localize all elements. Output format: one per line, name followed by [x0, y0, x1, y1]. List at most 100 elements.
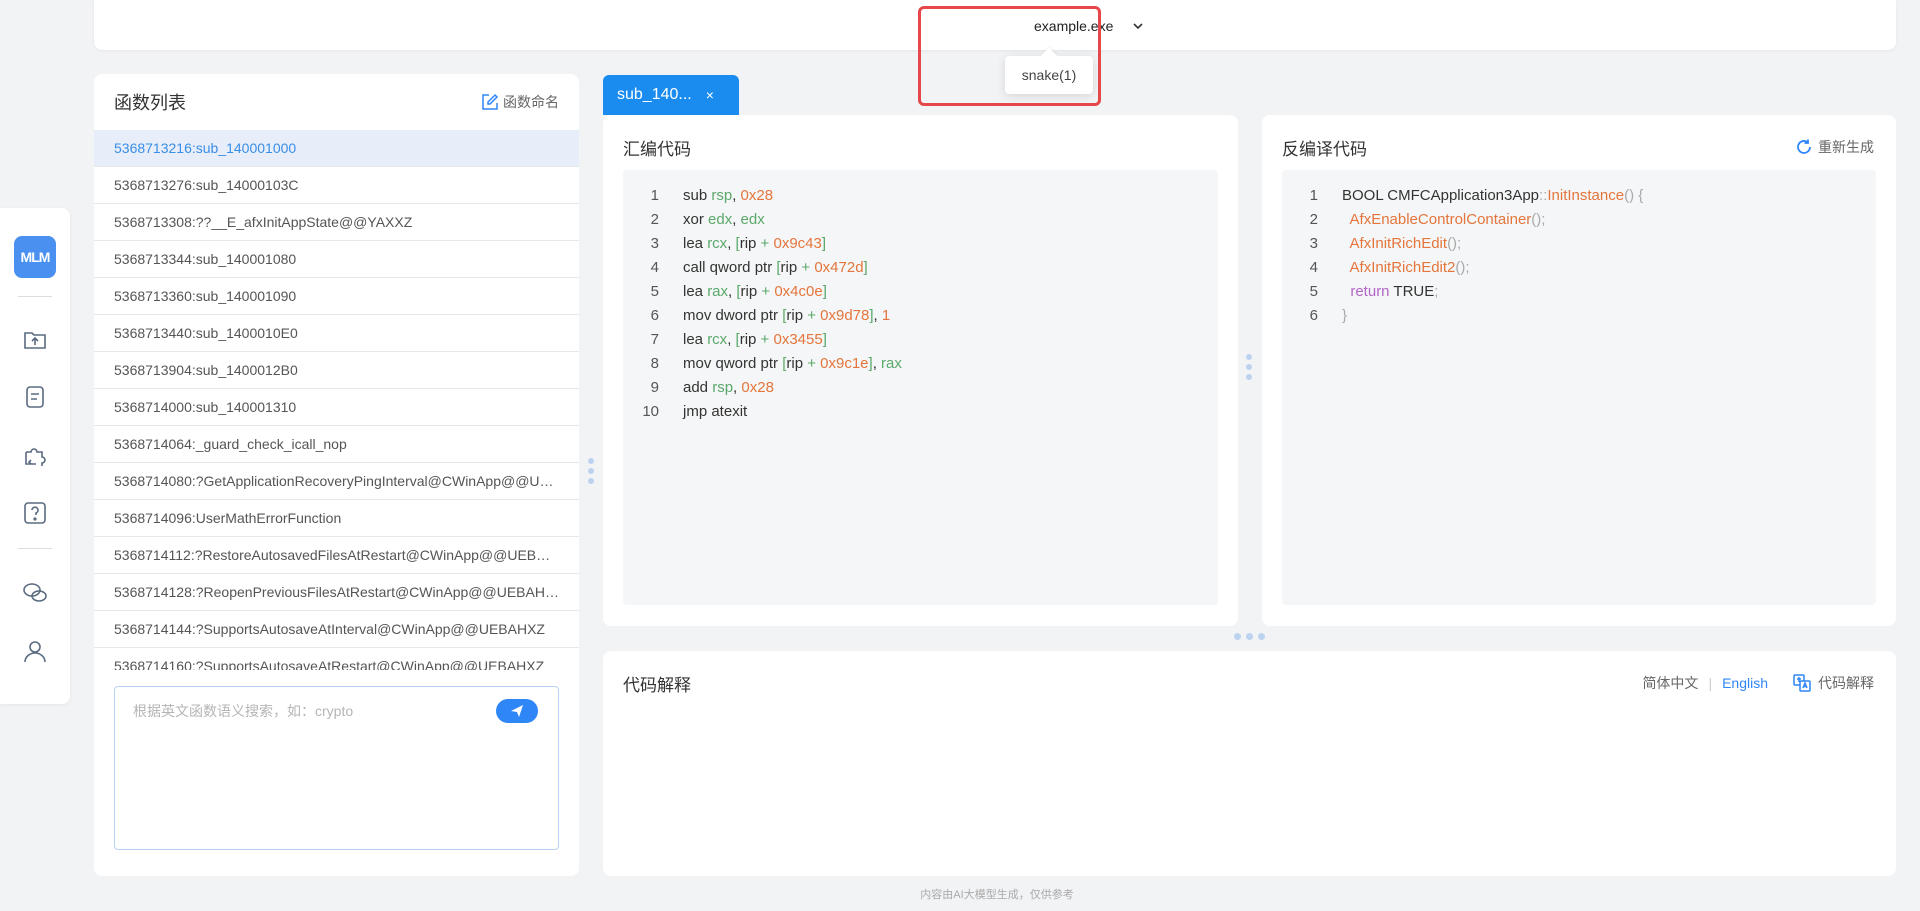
- chat-icon[interactable]: [22, 580, 48, 606]
- code-token: TRUE: [1389, 283, 1435, 300]
- code-token: ,: [872, 355, 882, 372]
- function-list-item[interactable]: 5368713344:sub_140001080: [94, 241, 579, 278]
- code-text: call qword ptr [rip + 0x472d]: [659, 256, 868, 280]
- code-token: ]: [822, 331, 827, 348]
- explain-code-button[interactable]: 代码解释: [1792, 673, 1874, 693]
- code-line: 2 AfxEnableControlContainer();: [1282, 208, 1876, 232]
- code-token: rcx: [707, 235, 728, 252]
- function-list-item[interactable]: 5368714112:?RestoreAutosavedFilesAtResta…: [94, 537, 579, 574]
- function-list-item[interactable]: 5368713360:sub_140001090: [94, 278, 579, 315]
- code-token: +: [801, 259, 815, 276]
- lang-en-button[interactable]: English: [1722, 675, 1768, 691]
- function-list-item[interactable]: 5368714064:_guard_check_icall_nop: [94, 426, 579, 463]
- document-icon[interactable]: [22, 384, 48, 410]
- function-list-item[interactable]: 5368713216:sub_140001000: [94, 130, 579, 167]
- code-token: sub: [683, 187, 712, 204]
- puzzle-icon[interactable]: [22, 442, 48, 468]
- code-token: rip: [739, 331, 761, 348]
- function-list-item[interactable]: 5368714000:sub_140001310: [94, 389, 579, 426]
- function-list-item[interactable]: 5368714144:?SupportsAutosaveAtInterval@C…: [94, 611, 579, 648]
- code-text: AfxInitRichEdit();: [1318, 232, 1462, 256]
- code-token: return: [1350, 283, 1390, 300]
- code-token: 0x28: [741, 379, 774, 396]
- tab-function[interactable]: sub_140... ×: [603, 75, 739, 115]
- rename-functions-button[interactable]: 函数命名: [481, 92, 559, 112]
- code-token: 0x472d: [814, 259, 864, 276]
- regenerate-button[interactable]: 重新生成: [1795, 137, 1874, 157]
- code-text: lea rcx, [rip + 0x9c43]: [659, 232, 826, 256]
- code-text: return TRUE;: [1318, 280, 1438, 304]
- help-icon[interactable]: [22, 500, 48, 526]
- code-token: () {: [1624, 187, 1644, 204]
- regenerate-label: 重新生成: [1818, 139, 1874, 155]
- decompiled-panel: 反编译代码 重新生成 1 BOOL CMFCApplication3App::In…: [1262, 115, 1896, 626]
- vertical-splitter-left[interactable]: [588, 458, 594, 484]
- code-token: InitInstance: [1547, 187, 1625, 204]
- code-token: mov dword ptr: [683, 307, 783, 324]
- send-button[interactable]: [496, 699, 538, 723]
- code-token: +: [760, 331, 774, 348]
- code-token: ();: [1531, 211, 1546, 228]
- code-token: rax: [707, 283, 729, 300]
- code-line: 1 BOOL CMFCApplication3App::InitInstance(…: [1282, 184, 1876, 208]
- assembly-panel: 汇编代码 1 sub rsp, 0x28 2 xor edx, edx 3 lea rcx…: [603, 115, 1238, 626]
- code-token: }: [1342, 307, 1348, 324]
- folder-upload-icon[interactable]: [22, 326, 48, 352]
- code-line: 6}: [1282, 304, 1876, 328]
- line-number: 2: [1309, 211, 1318, 228]
- code-token: rip: [786, 307, 808, 324]
- explanation-title: 代码解释: [623, 676, 691, 695]
- line-number: 1: [1309, 187, 1318, 204]
- code-token: +: [761, 283, 775, 300]
- function-list-header: 函数列表 函数命名: [94, 74, 579, 130]
- function-list-item[interactable]: 5368714080:?GetApplicationRecoveryPingIn…: [94, 463, 579, 500]
- code-line: 3 lea rcx, [rip + 0x9c43]: [623, 232, 1218, 256]
- close-icon[interactable]: ×: [706, 87, 714, 103]
- lang-zh-button[interactable]: 简体中文: [1642, 673, 1698, 693]
- explain-code-label: 代码解释: [1818, 675, 1874, 691]
- semantic-search-input[interactable]: [133, 703, 463, 719]
- code-line: 9 add rsp, 0x28: [623, 376, 1218, 400]
- top-bar: example.exe: [94, 0, 1896, 50]
- code-line: 10 jmp atexit: [623, 400, 1218, 424]
- code-line: 4 AfxInitRichEdit2();: [1282, 256, 1876, 280]
- send-icon: [511, 705, 523, 717]
- file-select[interactable]: example.exe: [1034, 14, 1145, 38]
- line-number: 6: [650, 307, 659, 324]
- function-list-item[interactable]: 5368713440:sub_1400010E0: [94, 315, 579, 352]
- code-token: lea: [683, 331, 708, 348]
- tab-label: sub_140...: [617, 86, 692, 103]
- rail-divider: [18, 548, 52, 549]
- code-token: 0x9c43: [773, 235, 822, 252]
- function-list-item[interactable]: 5368714096:UserMathErrorFunction: [94, 500, 579, 537]
- line-number: 2: [650, 211, 659, 228]
- code-token: AfxInitRichEdit2: [1349, 259, 1456, 276]
- code-token: rax: [881, 355, 902, 372]
- user-icon[interactable]: [22, 638, 48, 664]
- code-token: 0x28: [740, 187, 774, 204]
- code-token: lea: [683, 235, 708, 252]
- code-token: ,: [727, 235, 736, 252]
- code-text: mov qword ptr [rip + 0x9c1e], rax: [659, 352, 902, 376]
- code-text: jmp atexit: [659, 400, 747, 424]
- code-text: lea rcx, [rip + 0x3455]: [659, 328, 827, 352]
- code-token: +: [807, 307, 821, 324]
- code-text: sub rsp, 0x28: [659, 184, 773, 208]
- code-token: 0x9c1e: [820, 355, 869, 372]
- app-logo[interactable]: MLM: [14, 236, 56, 278]
- code-text: mov dword ptr [rip + 0x9d78], 1: [659, 304, 890, 328]
- function-list-item[interactable]: 5368714128:?ReopenPreviousFilesAtRestart…: [94, 574, 579, 611]
- function-list-item[interactable]: 5368713904:sub_1400012B0: [94, 352, 579, 389]
- vertical-splitter-right[interactable]: [1246, 354, 1252, 380]
- file-dropdown-option[interactable]: snake(1): [1005, 56, 1093, 94]
- function-list-item[interactable]: 5368713276:sub_14000103C: [94, 167, 579, 204]
- line-number: 8: [650, 355, 659, 372]
- decompiled-title: 反编译代码: [1282, 140, 1367, 159]
- function-list-item[interactable]: 5368713308:??__E_afxInitAppState@@YAXXZ: [94, 204, 579, 241]
- line-number: 5: [1309, 283, 1318, 300]
- semantic-search-box[interactable]: [114, 686, 559, 850]
- horizontal-splitter[interactable]: [1234, 633, 1265, 640]
- line-number: 3: [650, 235, 659, 252]
- function-list-item[interactable]: 5368714160:?SupportsAutosaveAtRestart@CW…: [94, 648, 579, 670]
- code-token: ();: [1447, 235, 1462, 252]
